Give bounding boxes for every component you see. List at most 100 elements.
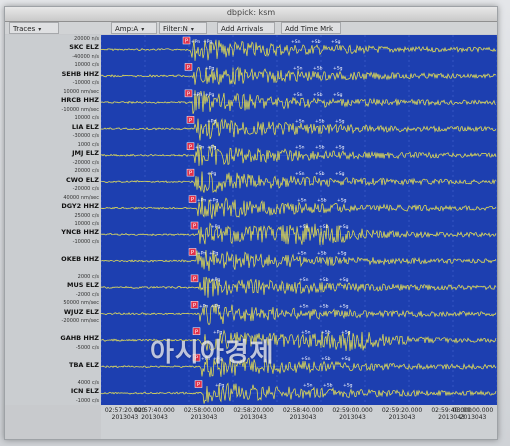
amplitude-bottom-label: -20000 nm/sec	[61, 318, 99, 325]
phase-label: +Sg	[335, 118, 345, 124]
station-name-label: GAHB HHZ	[60, 334, 99, 343]
filter-menu[interactable]: Filter:N ▾	[159, 22, 207, 34]
phase-label: +Pg	[203, 39, 212, 45]
add-arrivals-label: Add Arrivals	[221, 25, 264, 33]
phase-label: +Sg	[337, 250, 347, 256]
phase-label: +Sn	[299, 277, 309, 283]
chevron-down-icon: ▾	[190, 26, 194, 33]
phase-label: +Sg	[335, 145, 345, 151]
phase-label: +Sg	[339, 224, 349, 230]
phase-label: +Sb	[317, 198, 327, 204]
phase-label: +Sb	[317, 250, 327, 256]
amplitude-bottom-label: -5000 c/s	[75, 344, 99, 351]
phase-label: +Sg	[333, 92, 343, 98]
amplitude-top-label: 10000 nm/sec	[63, 88, 99, 95]
station-name-label: YNCB HHZ	[61, 228, 99, 237]
station-name-label: SKC ELZ	[69, 43, 99, 52]
amplitude-top-label: 2000 c/s	[77, 273, 99, 280]
amplitude-top-label: 20000 n/s	[74, 36, 99, 42]
amp-menu[interactable]: Amp:A ▾	[111, 22, 157, 34]
phase-label: +Sn	[299, 303, 309, 309]
amplitude-bottom-label: -10000 c/s	[72, 239, 99, 246]
amplitude-bottom-label: -20000 c/s	[72, 159, 99, 166]
amplitude-bottom-label: 25000 c/s	[74, 212, 99, 219]
amplitude-bottom-label: -2000 c/s	[75, 291, 99, 298]
amplitude-top-label: 10000 c/s	[74, 62, 99, 69]
phase-label: +Pn	[191, 39, 200, 45]
amplitude-bottom-label: -30000 c/s	[72, 133, 99, 140]
phase-label: +Sg	[331, 39, 341, 45]
phase-label: +Sg	[341, 330, 351, 336]
add-arrivals-button[interactable]: Add Arrivals	[217, 22, 275, 34]
phase-label: +Pg	[205, 65, 214, 71]
phase-label: +Pn	[193, 92, 202, 98]
phase-label: +Sn	[303, 383, 313, 389]
phase-label: +Sb	[319, 277, 329, 283]
station-name-label: SEHB HHZ	[61, 69, 99, 78]
amp-label: Amp:A	[115, 25, 139, 33]
phase-label: +Pg	[209, 198, 218, 204]
title-bar: dbpick: ksm	[5, 7, 497, 22]
traces-menu[interactable]: Traces ▾	[9, 22, 59, 34]
station-name-label: TBA ELZ	[69, 360, 99, 369]
phase-label: +Sn	[293, 92, 303, 98]
phase-label: +Sg	[339, 303, 349, 309]
screenshot: dbpick: ksm Traces ▾ Amp:A ▾ Filter:N ▾ Add…	[0, 0, 510, 446]
phase-label: +Sn	[297, 250, 307, 256]
amplitude-top-label: 20000 c/s	[74, 168, 99, 175]
amplitude-bottom-label: -10000 c/s	[72, 80, 99, 87]
phase-label: +Pg	[215, 383, 224, 389]
amplitude-top-label: 10000 c/s	[74, 221, 99, 227]
amplitude-top-label: 4000 c/s	[77, 379, 99, 386]
phase-label: +Sb	[319, 224, 329, 230]
phase-label: +Sb	[311, 39, 321, 45]
add-time-mark-button[interactable]: Add Time Mrk	[281, 22, 341, 34]
phase-label: +Sb	[323, 383, 333, 389]
amplitude-top-label: 40000 nm/sec	[63, 194, 99, 201]
phase-label: +Pg	[205, 92, 214, 98]
time-tick-time: 03:00:00.000	[452, 407, 494, 414]
phase-label: +Sg	[337, 198, 347, 204]
toolbar: Traces ▾ Amp:A ▾ Filter:N ▾ Add Arrivals Ad…	[5, 22, 497, 34]
phase-label: +Pg	[207, 171, 216, 177]
watermark: 아시아경제	[150, 338, 275, 368]
amplitude-bottom-label: -1000 c/s	[75, 397, 99, 404]
phase-label: +Sn	[299, 224, 309, 230]
phase-label: +Pn	[197, 198, 206, 204]
station-name-label: JMJ ELZ	[72, 149, 99, 158]
phase-label: +Pg	[211, 303, 220, 309]
window-title: dbpick: ksm	[226, 8, 276, 17]
phase-label: +Sb	[315, 145, 325, 151]
phase-label: +Sn	[301, 330, 311, 336]
time-tick-date: 2013043	[459, 414, 487, 421]
station-name-label: HRCB HHZ	[60, 96, 99, 105]
waveform-trace	[101, 382, 497, 404]
phase-label: +Sg	[339, 277, 349, 283]
phase-label: +Sn	[293, 65, 303, 71]
phase-label: +Sn	[301, 356, 311, 362]
phase-label: +Sb	[321, 330, 331, 336]
phase-label: +Pg	[207, 145, 216, 151]
phase-label: +Sg	[333, 65, 343, 71]
station-name-label: WJUZ ELZ	[63, 307, 99, 316]
phase-label: +Sb	[319, 303, 329, 309]
phase-label: +Pg	[211, 277, 220, 283]
amplitude-bottom-label: -40000 n/s	[72, 54, 99, 61]
phase-label: +Pg	[211, 224, 220, 230]
station-name-label: LIA ELZ	[71, 122, 99, 131]
phase-label: +Sb	[321, 356, 331, 362]
phase-label: +Sg	[341, 356, 351, 362]
station-name-label: CWO ELZ	[65, 175, 99, 184]
amplitude-top-label: 10000 c/s	[74, 115, 99, 122]
station-name-label: DGY2 HHZ	[61, 202, 99, 211]
add-time-mark-label: Add Time Mrk	[285, 25, 334, 33]
phase-label: +Pg	[207, 118, 216, 124]
phase-label: +Pn	[199, 303, 208, 309]
chevron-down-icon: ▾	[38, 26, 42, 33]
filter-label: Filter:N	[163, 25, 188, 33]
phase-label: +Sn	[295, 171, 305, 177]
application-window: dbpick: ksm Traces ▾ Amp:A ▾ Filter:N ▾ Add…	[4, 6, 498, 440]
phase-label: +Sn	[295, 145, 305, 151]
traces-label: Traces	[13, 25, 36, 33]
chevron-down-icon: ▾	[141, 26, 145, 33]
